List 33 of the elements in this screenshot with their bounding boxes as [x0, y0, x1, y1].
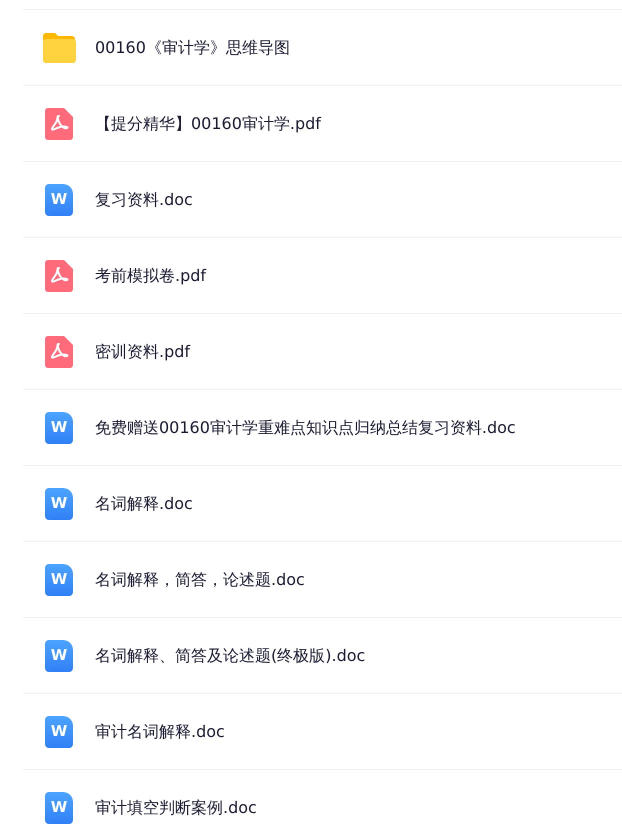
file-name: 复习资料.doc: [95, 188, 193, 210]
file-name: 审计填空判断案例.doc: [95, 796, 257, 818]
word-file-icon: W: [45, 640, 73, 672]
file-row[interactable]: 密训资料.pdf: [23, 313, 622, 389]
file-row[interactable]: W 审计名词解释.doc: [23, 693, 622, 769]
file-row[interactable]: 【提分精华】00160审计学.pdf: [23, 85, 622, 161]
file-name: 密训资料.pdf: [95, 340, 190, 362]
word-file-icon: W: [45, 564, 73, 596]
word-file-icon: W: [45, 412, 73, 444]
file-name: 【提分精华】00160审计学.pdf: [95, 112, 321, 134]
pdf-file-icon: [45, 260, 73, 292]
file-row[interactable]: W 复习资料.doc: [23, 161, 622, 237]
file-row[interactable]: W 名词解释，简答，论述题.doc: [23, 541, 622, 617]
file-name: 免费赠送00160审计学重难点知识点归纳总结复习资料.doc: [95, 416, 516, 438]
word-file-icon: W: [45, 488, 73, 520]
file-name: 名词解释.doc: [95, 492, 193, 514]
file-row[interactable]: W 名词解释、简答及论述题(终极版).doc: [23, 617, 622, 693]
file-name: 名词解释、简答及论述题(终极版).doc: [95, 644, 366, 666]
file-name: 00160《审计学》思维导图: [95, 36, 290, 58]
file-row[interactable]: 00160《审计学》思维导图: [23, 9, 622, 85]
word-file-icon: W: [45, 792, 73, 824]
pdf-file-icon: [45, 336, 73, 368]
file-name: 审计名词解释.doc: [95, 720, 225, 742]
file-row[interactable]: W 名词解释.doc: [23, 465, 622, 541]
file-name: 名词解释，简答，论述题.doc: [95, 568, 305, 590]
file-row[interactable]: 考前模拟卷.pdf: [23, 237, 622, 313]
file-row[interactable]: W 免费赠送00160审计学重难点知识点归纳总结复习资料.doc: [23, 389, 622, 465]
word-file-icon: W: [45, 184, 73, 216]
folder-icon: [41, 32, 77, 64]
file-name: 考前模拟卷.pdf: [95, 264, 206, 286]
word-file-icon: W: [45, 716, 73, 748]
pdf-file-icon: [45, 108, 73, 140]
file-row[interactable]: W 审计填空判断案例.doc: [23, 769, 622, 829]
